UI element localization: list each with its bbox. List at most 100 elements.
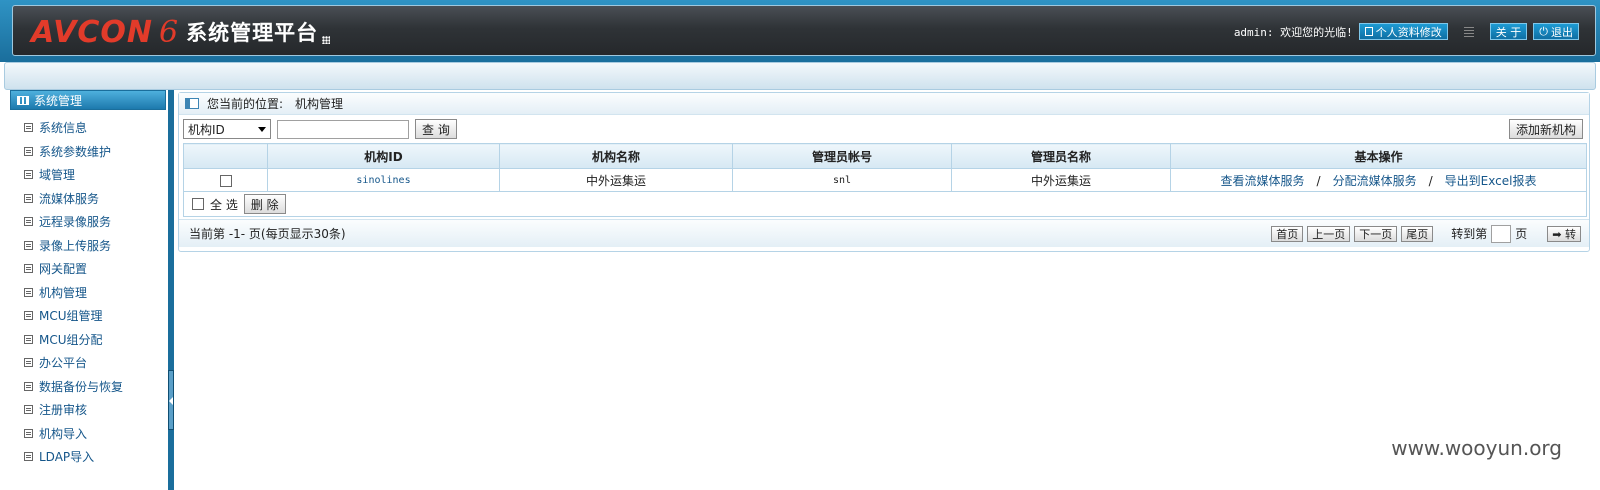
search-input[interactable]: [277, 119, 409, 139]
document-icon: [24, 334, 33, 344]
grid-icon: [1463, 26, 1474, 37]
select-all-checkbox[interactable]: [192, 198, 204, 210]
op-separator: /: [1428, 173, 1433, 188]
document-icon: [24, 217, 33, 227]
sidebar-item-domain[interactable]: 域管理: [10, 163, 166, 187]
page-number-input[interactable]: [1491, 224, 1512, 243]
pagination-controls: 首页 上一页 下一页 尾页 转到第 页 ➡ 转: [1271, 224, 1581, 243]
power-icon: ⏻: [1539, 24, 1548, 38]
cell-actions: 查看流媒体服务 / 分配流媒体服务 / 导出到Excel报表: [1170, 168, 1587, 192]
sidebar-item-label: MCU组分配: [39, 332, 103, 347]
profile-button-label: 个人资料修改: [1375, 25, 1442, 39]
sidebar-item-gateway[interactable]: 网关配置: [10, 257, 166, 281]
sidebar-item-label: 录像上传服务: [39, 238, 112, 253]
collapse-handle[interactable]: [168, 370, 174, 430]
cell-org-name: 中外运集运: [499, 168, 733, 192]
about-button-label: 关 于: [1495, 25, 1522, 39]
document-icon: [24, 405, 33, 415]
sidebar-item-label: 机构导入: [39, 426, 88, 441]
next-page-button[interactable]: 下一页: [1354, 225, 1398, 242]
sidebar-item-org-management[interactable]: 机构管理: [10, 281, 166, 305]
sidebar-header[interactable]: 系统管理: [10, 90, 166, 110]
row-checkbox[interactable]: [219, 174, 232, 187]
profile-button[interactable]: 个人资料修改: [1358, 23, 1448, 40]
column-header-org-name: 机构名称: [499, 143, 733, 169]
op-separator: /: [1316, 173, 1321, 188]
go-button[interactable]: ➡ 转: [1547, 225, 1581, 242]
assign-streaming-link[interactable]: 分配流媒体服务: [1333, 174, 1417, 188]
document-icon: [24, 428, 33, 438]
document-icon: [24, 193, 33, 203]
filter-field-select[interactable]: 机构ID: [183, 119, 271, 139]
document-icon: [24, 123, 33, 133]
cell-admin-account: snl: [732, 168, 952, 192]
sidebar-item-org-import[interactable]: 机构导入: [10, 422, 166, 446]
cell-admin-name: 中外运集运: [951, 168, 1171, 192]
logo-brand: AVCON: [31, 14, 154, 50]
sidebar-list: 系统信息 系统参数维护 域管理 流媒体服务 远程录像服务 录像上传服务 网关配置…: [10, 116, 166, 469]
view-streaming-link[interactable]: 查看流媒体服务: [1221, 174, 1305, 188]
add-org-button[interactable]: 添加新机构: [1508, 119, 1583, 139]
sidebar-item-ldap-import[interactable]: LDAP导入: [10, 445, 166, 469]
sidebar-item-system-info[interactable]: 系统信息: [10, 116, 166, 140]
sidebar-item-label: 域管理: [39, 168, 76, 183]
sidebar-item-mcu-group-management[interactable]: MCU组管理: [10, 304, 166, 328]
page-unit-label: 页: [1515, 227, 1528, 241]
sidebar-item-streaming[interactable]: 流媒体服务: [10, 187, 166, 211]
logout-button-label: 退出: [1551, 25, 1573, 39]
document-icon: [24, 358, 33, 368]
document-icon: [24, 452, 33, 462]
select-all-label: 全 选: [210, 197, 238, 212]
about-button[interactable]: 关 于: [1489, 23, 1528, 40]
dots-icon: [322, 36, 331, 44]
document-icon: [24, 287, 33, 297]
sidebar-item-office[interactable]: 办公平台: [10, 351, 166, 375]
sidebar-item-remote-recording[interactable]: 远程录像服务: [10, 210, 166, 234]
document-icon: [24, 264, 33, 274]
sidebar-item-mcu-group-assign[interactable]: MCU组分配: [10, 328, 166, 352]
query-button[interactable]: 查 询: [415, 119, 457, 139]
logo: AVCON 6 系统管理平台: [31, 12, 331, 52]
page-info: 当前第 -1- 页(每页显示30条): [189, 227, 346, 241]
sidebar-item-label: 注册审核: [39, 403, 88, 418]
export-excel-link[interactable]: 导出到Excel报表: [1445, 174, 1537, 188]
sidebar-item-label: 流媒体服务: [39, 191, 100, 206]
document-icon: [24, 146, 33, 156]
document-icon: [24, 311, 33, 321]
delete-button[interactable]: 删 除: [243, 194, 286, 214]
column-header-admin-name: 管理员名称: [951, 143, 1171, 169]
sidebar-item-system-params[interactable]: 系统参数维护: [10, 140, 166, 164]
column-header-admin-account: 管理员帐号: [732, 143, 952, 169]
user-area: admin: 欢迎您的光临! 个人资料修改 关 于 ⏻ 退出: [1234, 23, 1579, 40]
cell-org-id[interactable]: sinolines: [267, 168, 500, 192]
logout-button[interactable]: ⏻ 退出: [1533, 23, 1579, 40]
column-header-select: [183, 143, 268, 169]
sidebar-item-registration-review[interactable]: 注册审核: [10, 398, 166, 422]
sub-toolbar: [4, 62, 1596, 90]
breadcrumb-label: 您当前的位置:: [207, 97, 284, 111]
sidebar-item-label: 数据备份与恢复: [39, 379, 124, 394]
breadcrumb-current: 机构管理: [295, 97, 344, 111]
sidebar-item-backup[interactable]: 数据备份与恢复: [10, 375, 166, 399]
chevron-down-icon: [258, 126, 266, 132]
sidebar-item-label: MCU组管理: [39, 309, 103, 324]
document-icon: [24, 381, 33, 391]
sidebar-item-label: 机构管理: [39, 285, 88, 300]
app-title: 系统管理平台: [186, 21, 319, 45]
sidebar-item-label: 远程录像服务: [39, 215, 112, 230]
prev-page-button[interactable]: 上一页: [1307, 225, 1351, 242]
row-select-cell: [183, 168, 268, 192]
breadcrumb: 您当前的位置: 机构管理: [179, 93, 1589, 115]
profile-icon: [1364, 27, 1373, 36]
first-page-button[interactable]: 首页: [1271, 225, 1304, 242]
sidebar-item-label: LDAP导入: [39, 450, 95, 465]
table-row: sinolines 中外运集运 snl 中外运集运 查看流媒体服务 / 分配流媒体服…: [183, 168, 1587, 192]
menu-icon: [17, 95, 29, 105]
last-page-button[interactable]: 尾页: [1401, 225, 1434, 242]
sidebar-splitter[interactable]: [168, 90, 174, 490]
sidebar-item-recording-upload[interactable]: 录像上传服务: [10, 234, 166, 258]
header-bar: AVCON 6 系统管理平台 admin: 欢迎您的光临! 个人资料修改 关 于…: [12, 5, 1596, 56]
goto-label: 转到第: [1451, 227, 1488, 241]
filter-toolbar: 机构ID 查 询 添加新机构: [179, 115, 1589, 143]
sidebar-title: 系统管理: [34, 93, 83, 108]
